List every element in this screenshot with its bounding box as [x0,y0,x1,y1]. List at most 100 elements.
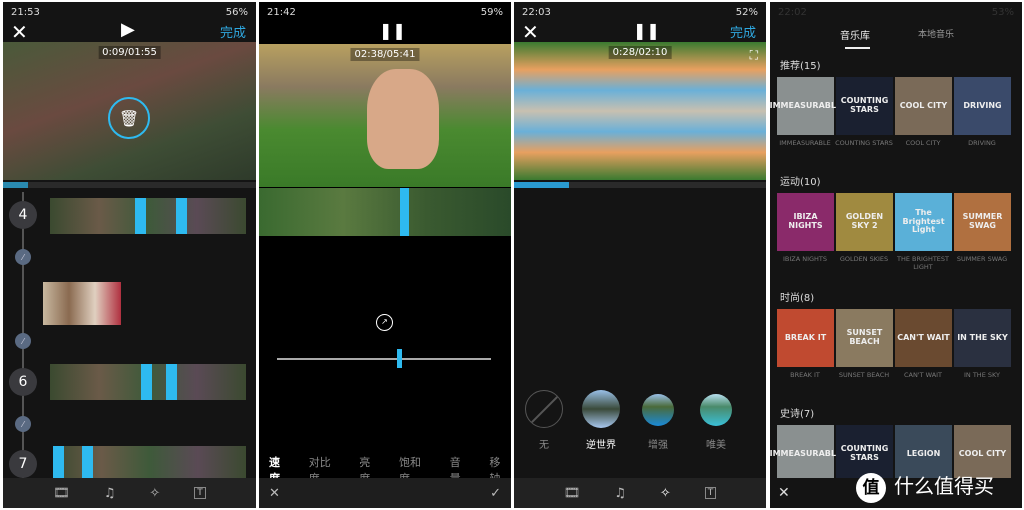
track-title: GOLDEN SKIES [839,255,889,263]
video-preview[interactable]: 0:28/02:10 ⛶ [514,42,766,180]
status-bar: 21:42 59% [259,2,511,22]
album-cover[interactable]: IN THE SKY [954,309,1011,367]
clip-number: 7 [9,450,37,478]
section-title: 时尚(8) [780,293,815,304]
tab-local-music[interactable]: 本地音乐 [918,27,954,40]
clip-thumbnail[interactable] [50,364,246,400]
bottom-toolbar: 🎞 ♫ ✧ T [514,478,766,508]
track-title: SUMMER SWAG [956,255,1008,263]
track-title: COUNTING STARS [835,139,893,147]
filter-label: 无 [539,440,549,451]
album-cover[interactable]: IMMEASURABLE [770,77,841,135]
tab-music-library[interactable]: 音乐库 [840,27,870,42]
timecode: 0:09/01:55 [98,46,161,59]
music-icon[interactable]: ♫ [104,486,116,501]
film-icon[interactable]: 🎞 [53,486,70,501]
bottom-bar: ✕ ✓ [259,478,511,508]
play-icon[interactable]: ▶ [121,19,135,40]
music-library-screen: 22:02 53% 音乐库 本地音乐 推荐(15) IMMEASURABLE IMME… [770,2,1022,508]
photo-clip[interactable] [43,282,121,325]
done-button[interactable]: 完成 [220,22,246,41]
progress-bar[interactable] [514,182,766,188]
album-cover[interactable]: IBIZA NIGHTS [777,193,834,251]
clock: 21:42 [267,6,296,18]
album-cover[interactable]: DRIVING [954,77,1011,135]
clip-number: 4 [9,201,37,229]
timecode: 0:28/02:10 [608,46,672,59]
filter-beautiful[interactable] [700,394,732,426]
timeline-editor-screen: 21:53 56% ✕ ▶ 完成 0:09/01:55 🗑 4 ⁄ ⁄ 6 ⁄ 7… [3,2,256,508]
status-bar: 22:02 53% [770,2,1022,22]
track-title: CAN'T WAIT [903,371,943,379]
confirm-icon[interactable]: ✓ [490,486,501,501]
pause-icon[interactable]: ❚❚ [379,21,406,40]
active-tab-underline [845,47,870,49]
watermark-text: 什么值得买 [894,474,994,498]
track-title: SUNSET BEACH [838,371,890,379]
battery: 53% [991,6,1014,18]
bottom-toolbar: 🎞 ♫ ✧ T [3,478,256,508]
close-icon[interactable]: ✕ [522,20,539,44]
clock: 22:03 [522,6,551,18]
section-title: 推荐(15) [780,61,821,72]
track-title: DRIVING [968,139,996,147]
text-icon[interactable]: T [194,487,206,499]
fullscreen-icon[interactable]: ⛶ [750,48,758,63]
clock: 21:53 [11,6,40,18]
filter-label: 逆世界 [586,440,616,451]
battery: 56% [225,6,248,18]
video-preview[interactable]: 0:09/01:55 🗑 [3,42,256,180]
filter-enhance[interactable] [642,394,674,426]
status-bar: 22:03 52% [514,2,766,22]
section-title: 史诗(7) [780,409,815,420]
clip-thumbnail[interactable] [50,198,246,234]
adjust-screen: 21:4259% ❚❚ 02:38/05:41 ↗ 速度 对比度 亮度 饱和度 … [259,2,511,508]
slider-thumb[interactable] [397,349,402,368]
album-cover[interactable]: SUNSET BEACH [836,309,893,367]
film-icon[interactable]: 🎞 [564,486,581,501]
filter-none[interactable] [525,390,563,428]
track-title: BREAK IT [790,371,820,379]
delete-icon[interactable]: 🗑 [108,97,150,139]
album-cover[interactable]: The Brightest Light [895,193,952,251]
timecode: 02:38/05:41 [350,48,420,61]
album-cover[interactable]: IMMEASURABLE [770,425,841,483]
speed-slider[interactable] [277,349,491,368]
magic-wand-icon[interactable]: ✧ [149,486,160,501]
album-cover[interactable]: COUNTING STARS [836,77,893,135]
speedometer-icon: ↗ [376,314,393,331]
album-cover[interactable]: CAN'T WAIT [895,309,952,367]
battery: 59% [480,6,503,18]
track-title: THE BRIGHTEST LIGHT [896,255,950,271]
pause-icon[interactable]: ❚❚ [633,21,660,40]
battery: 52% [735,6,758,18]
filmstrip[interactable] [259,188,511,236]
magic-wand-icon[interactable]: ✧ [660,486,671,501]
filter-screen: 22:03 52% ✕ ❚❚ 完成 0:28/02:10 ⛶ 无 逆世界 增强 唯… [514,2,766,508]
transition-icon[interactable]: ⁄ [15,416,31,432]
close-icon[interactable]: ✕ [11,20,28,44]
album-cover[interactable]: GOLDEN SKY 2 [836,193,893,251]
cancel-icon[interactable]: ✕ [269,486,280,501]
done-button[interactable]: 完成 [730,22,756,41]
close-icon[interactable]: ✕ [778,485,790,501]
album-cover[interactable]: BREAK IT [777,309,834,367]
track-title: IMMEASURABLE [779,139,831,147]
filter-reverse-world[interactable] [582,390,620,428]
video-preview[interactable]: 02:38/05:41 [259,44,511,187]
section-title: 运动(10) [780,177,821,188]
album-cover[interactable]: COOL CITY [895,77,952,135]
transition-icon[interactable]: ⁄ [15,249,31,265]
transition-icon[interactable]: ⁄ [15,333,31,349]
child-face [367,69,439,169]
text-icon[interactable]: T [704,487,717,499]
clip-thumbnail[interactable] [53,446,246,478]
clock: 22:02 [778,6,807,18]
watermark-logo: 值 [856,473,886,503]
filter-label: 增强 [648,440,668,451]
track-title: IN THE SKY [963,371,1000,379]
track-title: COOL CITY [905,139,941,147]
music-icon[interactable]: ♫ [614,486,626,501]
album-cover[interactable]: SUMMER SWAG [954,193,1011,251]
scrub-bar[interactable] [3,182,256,188]
